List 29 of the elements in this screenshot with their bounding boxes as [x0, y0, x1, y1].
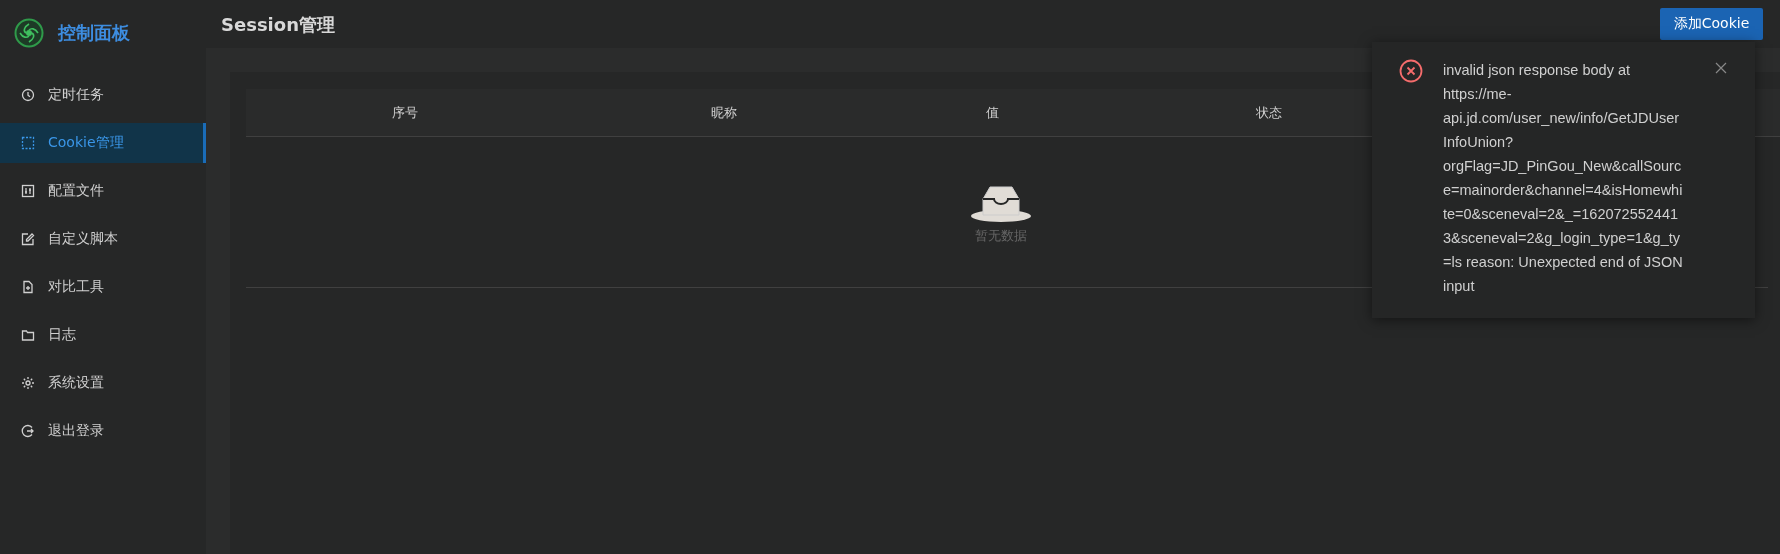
- sidebar-item[interactable]: 定时任务: [0, 75, 206, 115]
- column-header: 序号: [392, 103, 418, 122]
- dashed-square-icon: [21, 136, 35, 150]
- logout-icon: [21, 424, 35, 438]
- page-title: Session管理: [221, 13, 335, 37]
- folder-icon: [21, 328, 35, 342]
- sliders-icon: [21, 184, 35, 198]
- column-header: 值: [985, 103, 999, 122]
- sidebar-item[interactable]: 退出登录: [0, 411, 206, 451]
- sidebar-item[interactable]: 对比工具: [0, 267, 206, 307]
- sidebar-item[interactable]: 系统设置: [0, 363, 206, 403]
- app-title: 控制面板: [58, 21, 130, 45]
- logo-icon: [14, 18, 44, 48]
- notification-message: invalid json response body at https://me-api.jd.com/user_new/info/GetJDUserInfoUnion?orgFlag=JD_PinGou_New&callSource=mainorder&channel=4&isHomewhite=0&sceneval=2&_=1620725524413&sceneval=2&g_login_type=1&g_ty=ls reason: Unexpected end of JSON input: [1443, 61, 1683, 296]
- document-icon: [21, 280, 35, 294]
- error-icon: [1399, 59, 1423, 83]
- clock-icon: [21, 88, 35, 102]
- sidebar-item[interactable]: 日志: [0, 315, 206, 355]
- sidebar-item[interactable]: 配置文件: [0, 171, 206, 211]
- add-cookie-button[interactable]: 添加Cookie: [1660, 8, 1763, 40]
- close-icon[interactable]: [1715, 62, 1727, 74]
- sidebar-item[interactable]: Cookie管理: [0, 123, 206, 163]
- settings-icon: [21, 376, 35, 390]
- column-header: 昵称: [711, 103, 737, 122]
- edit-icon: [21, 232, 35, 246]
- empty-inbox-icon: [969, 183, 1033, 223]
- column-header: 状态: [1256, 103, 1282, 122]
- empty-text: 暂无数据: [975, 227, 1027, 245]
- sidebar-item[interactable]: 自定义脚本: [0, 219, 206, 259]
